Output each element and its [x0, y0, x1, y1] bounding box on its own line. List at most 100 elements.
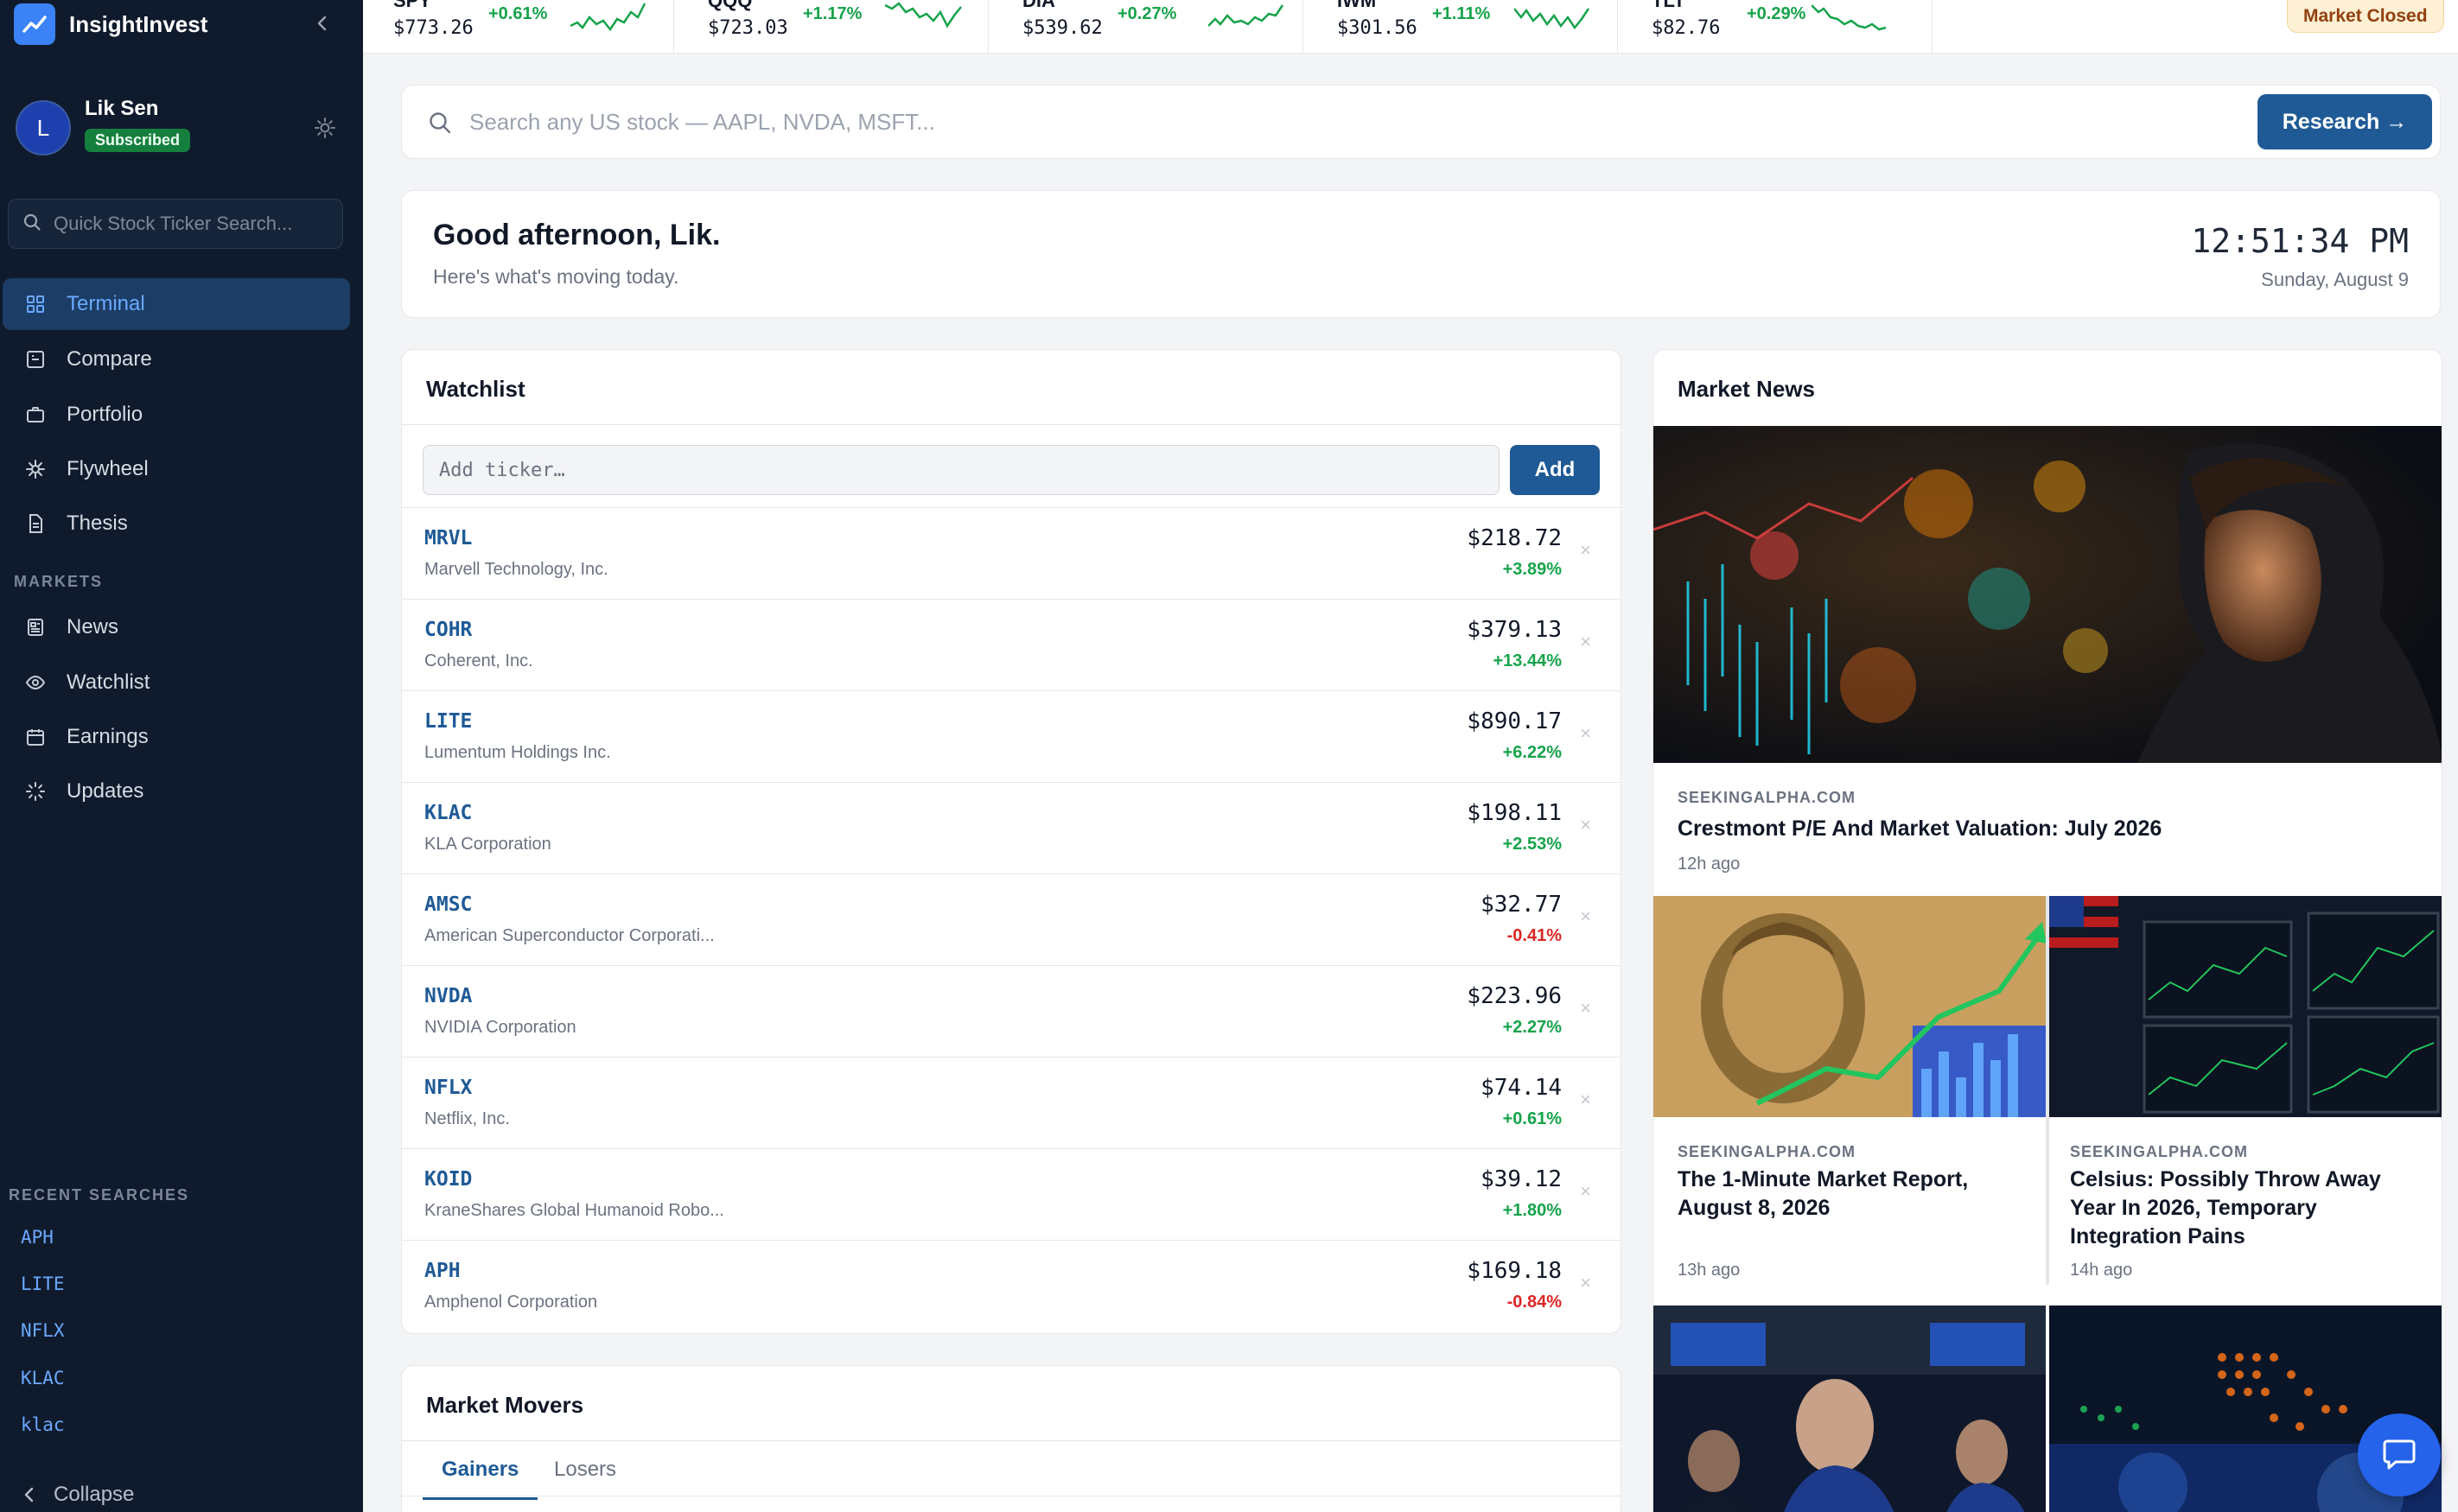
watchlist-symbol[interactable]: NFLX: [424, 1077, 472, 1099]
watchlist-change: +13.44%: [1493, 651, 1562, 670]
watchlist-row[interactable]: KLAC KLA Corporation $198.11 +2.53% ×: [402, 782, 1621, 874]
watchlist-row[interactable]: AMSC American Superconductor Corporati..…: [402, 874, 1621, 965]
watchlist-price: $218.72: [1467, 525, 1562, 551]
news-time: 14h ago: [2070, 1261, 2133, 1280]
nav-thesis[interactable]: Thesis: [3, 498, 350, 550]
nav-flywheel[interactable]: Flywheel: [3, 443, 350, 495]
news-headline[interactable]: The 1-Minute Market Report, August 8, 20…: [1678, 1166, 2023, 1223]
watchlist-symbol[interactable]: COHR: [424, 619, 472, 641]
news-image[interactable]: [1653, 896, 2046, 1117]
ticker-change: +1.11%: [1432, 4, 1491, 23]
ticker-symbol: QQQ: [708, 0, 753, 11]
watchlist-row[interactable]: LITE Lumentum Holdings Inc. $890.17 +6.2…: [402, 690, 1621, 782]
nav-label: Thesis: [67, 511, 128, 535]
ticker-change: +0.27%: [1118, 4, 1177, 23]
remove-icon[interactable]: ×: [1580, 722, 1591, 745]
watchlist-symbol[interactable]: AMSC: [424, 893, 472, 916]
grid-icon: [25, 294, 46, 314]
watchlist-row[interactable]: COHR Coherent, Inc. $379.13 +13.44% ×: [402, 599, 1621, 690]
add-ticker-input[interactable]: [423, 445, 1500, 495]
brand-name: InsightInvest: [69, 10, 208, 37]
watchlist-symbol[interactable]: KLAC: [424, 802, 472, 824]
research-button[interactable]: Research →: [2257, 94, 2432, 149]
quick-ticker-search-input[interactable]: [54, 213, 330, 235]
ticker-price: $773.26: [393, 17, 474, 39]
remove-icon[interactable]: ×: [1580, 539, 1591, 562]
settings-icon[interactable]: [313, 116, 337, 140]
watchlist-symbol[interactable]: APH: [424, 1260, 461, 1282]
date-label: Sunday, August 9: [2261, 269, 2409, 290]
remove-icon[interactable]: ×: [1580, 997, 1591, 1020]
avatar[interactable]: L: [16, 100, 71, 156]
watchlist-symbol[interactable]: NVDA: [424, 985, 472, 1007]
brand[interactable]: InsightInvest: [14, 2, 207, 47]
ticker-bar: SPY $773.26 +0.61% QQQ $723.03 +1.17% DI…: [363, 0, 2458, 54]
news-image[interactable]: [1653, 1306, 2046, 1512]
watchlist-row[interactable]: APH Amphenol Corporation $169.18 -0.84% …: [402, 1240, 1621, 1331]
nav-terminal[interactable]: Terminal: [3, 278, 350, 330]
news-source: SEEKINGALPHA.COM: [1678, 789, 1856, 806]
stock-search-input[interactable]: [469, 105, 2302, 139]
news-image[interactable]: [1653, 426, 2442, 763]
ticker-item[interactable]: IWM $301.56 +1.11%: [1307, 0, 1618, 53]
watchlist-row[interactable]: NVDA NVIDIA Corporation $223.96 +2.27% ×: [402, 965, 1621, 1057]
nav-earnings[interactable]: Earnings: [3, 711, 350, 763]
ticker-price: $301.56: [1337, 17, 1417, 39]
recent-search-item[interactable]: KLAC: [21, 1368, 65, 1388]
remove-icon[interactable]: ×: [1580, 1272, 1591, 1294]
nav-watchlist[interactable]: Watchlist: [3, 657, 350, 708]
tab-gainers[interactable]: Gainers: [423, 1458, 538, 1500]
recent-search-item[interactable]: LITE: [21, 1274, 65, 1294]
watchlist-change: +0.61%: [1502, 1109, 1562, 1128]
nav-label: Terminal: [67, 292, 145, 315]
recent-search-item[interactable]: NFLX: [21, 1320, 65, 1341]
news-headline[interactable]: Crestmont P/E And Market Valuation: July…: [1678, 815, 2421, 843]
collapse-button[interactable]: Collapse: [22, 1483, 134, 1507]
watchlist-row[interactable]: MRVL Marvell Technology, Inc. $218.72 +3…: [402, 507, 1621, 599]
flywheel-icon: [25, 459, 46, 480]
watchlist-change: +2.27%: [1502, 1018, 1562, 1037]
user-profile: L Lik Sen Subscribed: [16, 97, 335, 159]
add-ticker-button[interactable]: Add: [1510, 445, 1600, 495]
search-icon: [22, 213, 41, 236]
watchlist-symbol[interactable]: LITE: [424, 710, 472, 733]
watchlist-symbol[interactable]: MRVL: [424, 527, 472, 550]
nav-compare[interactable]: Compare: [3, 334, 350, 385]
recent-search-item[interactable]: klac: [21, 1414, 65, 1435]
remove-icon[interactable]: ×: [1580, 631, 1591, 653]
remove-icon[interactable]: ×: [1580, 1180, 1591, 1203]
watchlist-row[interactable]: NFLX Netflix, Inc. $74.14 +0.61% ×: [402, 1057, 1621, 1148]
sparkline-icon: [570, 3, 646, 32]
news-headline[interactable]: Celsius: Possibly Throw Away Year In 202…: [2070, 1166, 2424, 1251]
ticker-item[interactable]: QQQ $723.03 +1.17%: [678, 0, 989, 53]
recent-search-item[interactable]: APH: [21, 1227, 54, 1248]
tab-losers[interactable]: Losers: [554, 1458, 616, 1497]
news-image[interactable]: [2049, 896, 2442, 1117]
watchlist-change: -0.84%: [1506, 1293, 1562, 1312]
stock-search-bar: Research →: [401, 85, 2441, 159]
ticker-item[interactable]: DIA $539.62 +0.27%: [992, 0, 1303, 53]
market-news-card: Market News SEEKINGALPHA.COM Crestmont P…: [1652, 349, 2442, 1512]
remove-icon[interactable]: ×: [1580, 1089, 1591, 1111]
chat-button[interactable]: [2358, 1414, 2441, 1496]
watchlist-symbol[interactable]: KOID: [424, 1168, 472, 1191]
watchlist-price: $169.18: [1467, 1258, 1562, 1284]
sidebar-toggle-icon[interactable]: [309, 10, 335, 36]
news-time: 12h ago: [1678, 854, 1741, 874]
subscription-badge: Subscribed: [85, 129, 191, 152]
ticker-item[interactable]: TLT $82.76 +0.29%: [1621, 0, 1933, 53]
nav-news[interactable]: News: [3, 601, 350, 653]
remove-icon[interactable]: ×: [1580, 905, 1591, 928]
sparkline-icon: [1208, 4, 1284, 27]
watchlist-price: $39.12: [1481, 1166, 1562, 1192]
ticker-item[interactable]: SPY $773.26 +0.61%: [363, 0, 674, 53]
nav-portfolio[interactable]: Portfolio: [3, 389, 350, 441]
remove-icon[interactable]: ×: [1580, 814, 1591, 836]
watchlist-row[interactable]: KOID KraneShares Global Humanoid Robo...…: [402, 1148, 1621, 1240]
chat-icon: [2380, 1434, 2418, 1477]
eye-icon: [25, 672, 46, 693]
ticker-symbol: IWM: [1337, 0, 1377, 11]
nav-updates[interactable]: Updates: [3, 766, 350, 817]
news-source: SEEKINGALPHA.COM: [2070, 1143, 2249, 1160]
watchlist-price: $223.96: [1467, 983, 1562, 1009]
